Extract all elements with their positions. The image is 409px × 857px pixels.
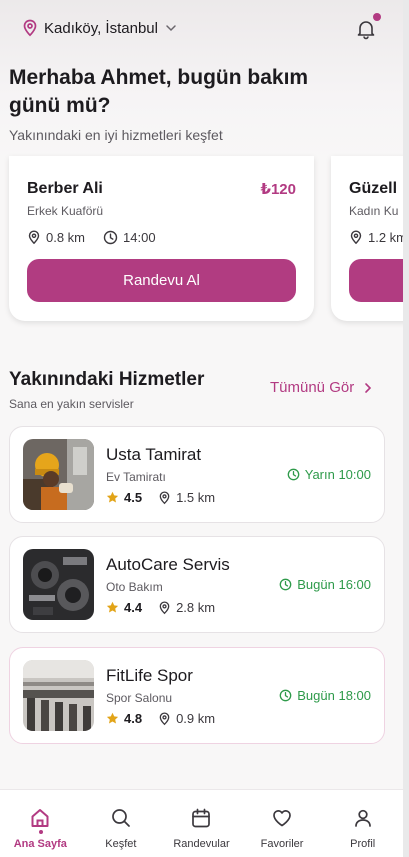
- clock-icon: [279, 689, 292, 702]
- service-availability: Bugün 18:00: [279, 688, 371, 703]
- location-selector[interactable]: Kadıköy, İstanbul: [22, 19, 178, 37]
- service-name: AutoCare Servis: [106, 555, 230, 574]
- clock-icon: [279, 578, 292, 591]
- service-availability: Bugün 16:00: [279, 577, 371, 592]
- location-label: Kadıköy, İstanbul: [44, 19, 158, 37]
- service-photo: [23, 439, 94, 510]
- section-title: Yakınındaki Hizmetler: [9, 369, 205, 390]
- featured-category: Erkek Kuaförü: [27, 204, 104, 218]
- availability-time: Yarın 10:00: [304, 467, 371, 482]
- service-category: Ev Tamiratı: [106, 470, 166, 484]
- nav-item-appointments[interactable]: Randevular: [161, 790, 242, 857]
- service-photo: [23, 660, 94, 731]
- service-name: Usta Tamirat: [106, 445, 202, 464]
- app-screen: Kadıköy, İstanbul Merhaba Ahmet, bugün b…: [0, 0, 403, 857]
- map-pin-icon: [28, 230, 40, 245]
- map-pin-icon: [159, 600, 170, 614]
- featured-card[interactable]: Berber Ali ₺120 Erkek Kuaförü 0.8 km 14:…: [9, 156, 314, 321]
- section-subtitle: Sana en yakın servisler: [9, 397, 134, 411]
- availability-time: Bugün 16:00: [297, 577, 371, 592]
- featured-name: Güzell: [349, 180, 398, 197]
- service-category: Oto Bakım: [106, 580, 163, 594]
- service-availability: Yarın 10:00: [287, 467, 371, 482]
- greeting-subtitle: Yakınındaki en iyi hizmetleri keşfet: [9, 127, 223, 143]
- header: Kadıköy, İstanbul Merhaba Ahmet, bugün b…: [0, 0, 403, 160]
- user-icon: [354, 809, 371, 827]
- nav-label: Ana Sayfa: [13, 838, 67, 850]
- service-distance: 1.5 km: [176, 490, 216, 505]
- featured-category: Kadın Ku: [349, 204, 399, 218]
- service-card[interactable]: FitLife Spor Spor Salonu 4.8 0.9 km Bugü…: [9, 647, 385, 744]
- service-name: FitLife Spor: [106, 666, 193, 685]
- service-rating: 4.4: [124, 600, 143, 615]
- nav-item-profile[interactable]: Profil: [322, 790, 403, 857]
- service-distance: 0.9 km: [176, 711, 216, 726]
- chevron-down-icon: [166, 25, 176, 32]
- bell-icon[interactable]: [355, 18, 377, 40]
- greeting-title: Merhaba Ahmet, bugün bakım günü mü?: [9, 66, 309, 117]
- nav-label: Profil: [350, 838, 376, 850]
- search-icon: [112, 809, 130, 827]
- scrollbar[interactable]: [403, 0, 409, 857]
- featured-meta: 0.8 km 14:00: [27, 230, 156, 245]
- service-card[interactable]: AutoCare Servis Oto Bakım 4.4 2.8 km Bug…: [9, 536, 385, 633]
- map-pin-icon: [23, 19, 37, 37]
- nav-label: Keşfet: [105, 838, 137, 850]
- nav-item-favorites[interactable]: Favoriler: [242, 790, 323, 857]
- notification-badge: [373, 13, 381, 21]
- service-rating: 4.8: [124, 711, 143, 726]
- map-pin-icon: [350, 230, 362, 245]
- featured-time: 14:00: [123, 230, 156, 245]
- featured-name: Berber Ali: [27, 180, 103, 197]
- home-icon: [31, 809, 49, 827]
- service-category: Spor Salonu: [106, 691, 173, 705]
- clock-icon: [103, 230, 118, 245]
- service-meta: 4.5 1.5 km: [106, 490, 215, 505]
- see-all-label: Tümünü Gör: [270, 379, 355, 396]
- service-distance: 2.8 km: [176, 600, 216, 615]
- star-icon: [106, 601, 119, 613]
- nav-item-home[interactable]: Ana Sayfa: [0, 790, 81, 857]
- nav-label: Randevular: [173, 838, 230, 850]
- star-icon: [106, 491, 119, 503]
- active-indicator: [39, 830, 43, 834]
- chevron-right-icon: [365, 382, 372, 393]
- featured-meta: 1.2 km: [349, 230, 403, 245]
- service-meta: 4.4 2.8 km: [106, 600, 215, 615]
- nav-item-explore[interactable]: Keşfet: [81, 790, 162, 857]
- book-appointment-button[interactable]: [349, 259, 403, 302]
- featured-distance: 0.8 km: [46, 230, 86, 245]
- availability-time: Bugün 18:00: [297, 688, 371, 703]
- nav-label: Favoriler: [260, 838, 304, 850]
- map-pin-icon: [159, 490, 170, 504]
- featured-distance: 1.2 km: [368, 230, 403, 245]
- heart-icon: [273, 810, 291, 827]
- book-appointment-button[interactable]: Randevu Al: [27, 259, 296, 302]
- see-all-link[interactable]: Tümünü Gör: [270, 379, 372, 396]
- calendar-icon: [192, 808, 211, 828]
- service-card[interactable]: Usta Tamirat Ev Tamiratı 4.5 1.5 km Yarı…: [9, 426, 385, 523]
- service-photo: [23, 549, 94, 620]
- service-meta: 4.8 0.9 km: [106, 711, 215, 726]
- clock-icon: [287, 468, 300, 481]
- map-pin-icon: [159, 711, 170, 725]
- featured-price: ₺120: [260, 181, 296, 198]
- service-rating: 4.5: [124, 490, 143, 505]
- star-icon: [106, 712, 119, 724]
- featured-card[interactable]: Güzell Kadın Ku 1.2 km: [331, 156, 403, 321]
- bottom-nav: Ana Sayfa Keşfet Randevular Favoriler Pr…: [0, 789, 403, 857]
